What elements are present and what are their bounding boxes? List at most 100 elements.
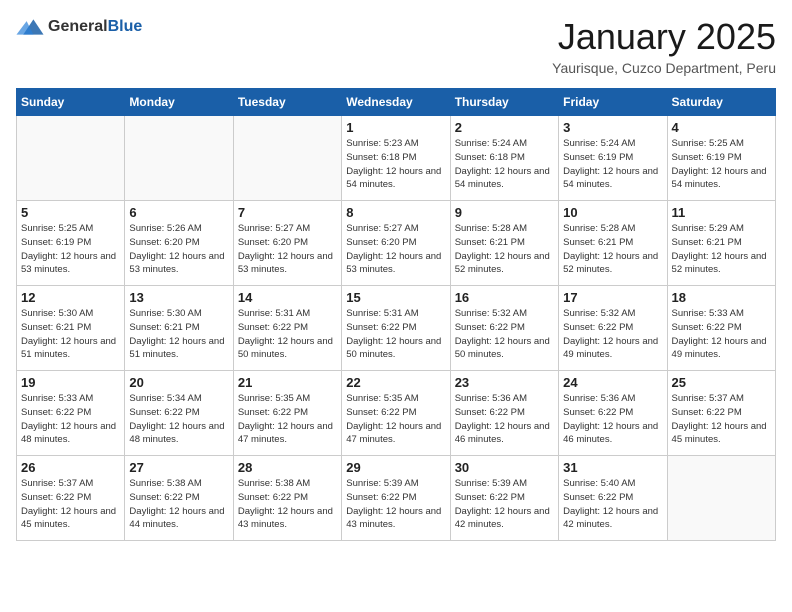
- day-number: 6: [129, 205, 228, 220]
- day-info: Sunrise: 5:28 AMSunset: 6:21 PMDaylight:…: [455, 222, 554, 277]
- day-number: 27: [129, 460, 228, 475]
- day-number: 24: [563, 375, 662, 390]
- title-block: January 2025 Yaurisque, Cuzco Department…: [552, 16, 776, 76]
- calendar-cell-17: 17Sunrise: 5:32 AMSunset: 6:22 PMDayligh…: [559, 286, 667, 371]
- calendar-cell-8: 8 Sunrise: 5:27 AMSunset: 6:20 PMDaylight…: [342, 201, 450, 286]
- calendar-cell-25: 25 Sunrise: 5:37 AMSunset: 6:22 PMDayligh…: [667, 371, 775, 456]
- day-number: 17: [563, 290, 662, 305]
- day-info: Sunrise: 5:27 AMSunset: 6:20 PMDaylight:…: [346, 222, 445, 277]
- day-number: 15: [346, 290, 445, 305]
- day-info: Sunrise: 5:27 AMSunset: 6:20 PMDaylight:…: [238, 222, 337, 277]
- week-row-2: 5 Sunrise: 5:25 AMSunset: 6:19 PMDaylight…: [17, 201, 776, 286]
- calendar-cell-empty: [667, 456, 775, 541]
- day-number: 16: [455, 290, 554, 305]
- day-info: Sunrise: 5:23 AMSunset: 6:18 PMDaylight:…: [346, 137, 445, 192]
- day-number: 14: [238, 290, 337, 305]
- day-number: 23: [455, 375, 554, 390]
- day-info: Sunrise: 5:30 AMSunset: 6:21 PMDaylight:…: [129, 307, 228, 362]
- day-info: Sunrise: 5:30 AMSunset: 6:21 PMDaylight:…: [21, 307, 120, 362]
- day-number: 10: [563, 205, 662, 220]
- day-number: 30: [455, 460, 554, 475]
- day-number: 25: [672, 375, 771, 390]
- day-info: Sunrise: 5:34 AMSunset: 6:22 PMDaylight:…: [129, 392, 228, 447]
- calendar-cell-26: 26Sunrise: 5:37 AMSunset: 6:22 PMDayligh…: [17, 456, 125, 541]
- day-info: Sunrise: 5:36 AMSunset: 6:22 PMDaylight:…: [455, 392, 554, 447]
- day-number: 8: [346, 205, 445, 220]
- calendar-cell-10: 10 Sunrise: 5:28 AMSunset: 6:21 PMDayligh…: [559, 201, 667, 286]
- calendar-cell-empty: [125, 116, 233, 201]
- day-info: Sunrise: 5:26 AMSunset: 6:20 PMDaylight:…: [129, 222, 228, 277]
- weekday-header-friday: Friday: [559, 89, 667, 116]
- day-number: 1: [346, 120, 445, 135]
- day-info: Sunrise: 5:33 AMSunset: 6:22 PMDaylight:…: [672, 307, 771, 362]
- day-number: 20: [129, 375, 228, 390]
- day-info: Sunrise: 5:32 AMSunset: 6:22 PMDaylight:…: [455, 307, 554, 362]
- day-number: 2: [455, 120, 554, 135]
- calendar-cell-empty: [17, 116, 125, 201]
- calendar-cell-15: 15 Sunrise: 5:31 AMSunset: 6:22 PMDayligh…: [342, 286, 450, 371]
- calendar-cell-21: 21Sunrise: 5:35 AMSunset: 6:22 PMDayligh…: [233, 371, 341, 456]
- day-info: Sunrise: 5:40 AMSunset: 6:22 PMDaylight:…: [563, 477, 662, 532]
- day-info: Sunrise: 5:37 AMSunset: 6:22 PMDaylight:…: [672, 392, 771, 447]
- day-number: 9: [455, 205, 554, 220]
- day-number: 3: [563, 120, 662, 135]
- calendar-cell-22: 22Sunrise: 5:35 AMSunset: 6:22 PMDayligh…: [342, 371, 450, 456]
- day-info: Sunrise: 5:39 AMSunset: 6:22 PMDaylight:…: [455, 477, 554, 532]
- day-info: Sunrise: 5:38 AMSunset: 6:22 PMDaylight:…: [238, 477, 337, 532]
- calendar-cell-11: 11 Sunrise: 5:29 AMSunset: 6:21 PMDayligh…: [667, 201, 775, 286]
- day-info: Sunrise: 5:37 AMSunset: 6:22 PMDaylight:…: [21, 477, 120, 532]
- day-number: 5: [21, 205, 120, 220]
- calendar-cell-4: 4 Sunrise: 5:25 AMSunset: 6:19 PMDaylight…: [667, 116, 775, 201]
- day-number: 4: [672, 120, 771, 135]
- logo: GeneralBlue: [16, 16, 142, 38]
- calendar: SundayMondayTuesdayWednesdayThursdayFrid…: [16, 88, 776, 541]
- calendar-cell-28: 28 Sunrise: 5:38 AMSunset: 6:22 PMDayligh…: [233, 456, 341, 541]
- calendar-cell-18: 18Sunrise: 5:33 AMSunset: 6:22 PMDayligh…: [667, 286, 775, 371]
- day-info: Sunrise: 5:36 AMSunset: 6:22 PMDaylight:…: [563, 392, 662, 447]
- day-number: 12: [21, 290, 120, 305]
- day-number: 29: [346, 460, 445, 475]
- location: Yaurisque, Cuzco Department, Peru: [552, 60, 776, 76]
- day-info: Sunrise: 5:39 AMSunset: 6:22 PMDaylight:…: [346, 477, 445, 532]
- day-info: Sunrise: 5:28 AMSunset: 6:21 PMDaylight:…: [563, 222, 662, 277]
- day-info: Sunrise: 5:24 AMSunset: 6:19 PMDaylight:…: [563, 137, 662, 192]
- calendar-cell-19: 19Sunrise: 5:33 AMSunset: 6:22 PMDayligh…: [17, 371, 125, 456]
- calendar-cell-16: 16 Sunrise: 5:32 AMSunset: 6:22 PMDayligh…: [450, 286, 558, 371]
- calendar-cell-23: 23 Sunrise: 5:36 AMSunset: 6:22 PMDayligh…: [450, 371, 558, 456]
- day-number: 28: [238, 460, 337, 475]
- day-number: 21: [238, 375, 337, 390]
- calendar-cell-empty: [233, 116, 341, 201]
- week-row-3: 12 Sunrise: 5:30 AMSunset: 6:21 PMDayligh…: [17, 286, 776, 371]
- calendar-cell-1: 1 Sunrise: 5:23 AMSunset: 6:18 PMDaylight…: [342, 116, 450, 201]
- calendar-cell-6: 6 Sunrise: 5:26 AMSunset: 6:20 PMDaylight…: [125, 201, 233, 286]
- day-number: 13: [129, 290, 228, 305]
- calendar-cell-2: 2Sunrise: 5:24 AMSunset: 6:18 PMDaylight…: [450, 116, 558, 201]
- weekday-header-tuesday: Tuesday: [233, 89, 341, 116]
- calendar-cell-24: 24 Sunrise: 5:36 AMSunset: 6:22 PMDayligh…: [559, 371, 667, 456]
- calendar-cell-7: 7 Sunrise: 5:27 AMSunset: 6:20 PMDaylight…: [233, 201, 341, 286]
- calendar-cell-12: 12 Sunrise: 5:30 AMSunset: 6:21 PMDayligh…: [17, 286, 125, 371]
- day-info: Sunrise: 5:25 AMSunset: 6:19 PMDaylight:…: [21, 222, 120, 277]
- weekday-header-saturday: Saturday: [667, 89, 775, 116]
- day-number: 7: [238, 205, 337, 220]
- month-title: January 2025: [552, 16, 776, 58]
- calendar-cell-27: 27 Sunrise: 5:38 AMSunset: 6:22 PMDayligh…: [125, 456, 233, 541]
- day-number: 11: [672, 205, 771, 220]
- calendar-cell-30: 30 Sunrise: 5:39 AMSunset: 6:22 PMDayligh…: [450, 456, 558, 541]
- week-row-5: 26Sunrise: 5:37 AMSunset: 6:22 PMDayligh…: [17, 456, 776, 541]
- day-info: Sunrise: 5:38 AMSunset: 6:22 PMDaylight:…: [129, 477, 228, 532]
- calendar-cell-13: 13 Sunrise: 5:30 AMSunset: 6:21 PMDayligh…: [125, 286, 233, 371]
- day-info: Sunrise: 5:35 AMSunset: 6:22 PMDaylight:…: [346, 392, 445, 447]
- day-number: 19: [21, 375, 120, 390]
- week-row-1: 1 Sunrise: 5:23 AMSunset: 6:18 PMDaylight…: [17, 116, 776, 201]
- weekday-header-wednesday: Wednesday: [342, 89, 450, 116]
- day-info: Sunrise: 5:25 AMSunset: 6:19 PMDaylight:…: [672, 137, 771, 192]
- day-info: Sunrise: 5:29 AMSunset: 6:21 PMDaylight:…: [672, 222, 771, 277]
- logo-icon: [16, 16, 44, 38]
- weekday-header-thursday: Thursday: [450, 89, 558, 116]
- day-info: Sunrise: 5:31 AMSunset: 6:22 PMDaylight:…: [346, 307, 445, 362]
- page-header: GeneralBlue January 2025 Yaurisque, Cuzc…: [16, 16, 776, 76]
- weekday-header-sunday: Sunday: [17, 89, 125, 116]
- calendar-cell-9: 9 Sunrise: 5:28 AMSunset: 6:21 PMDaylight…: [450, 201, 558, 286]
- day-number: 31: [563, 460, 662, 475]
